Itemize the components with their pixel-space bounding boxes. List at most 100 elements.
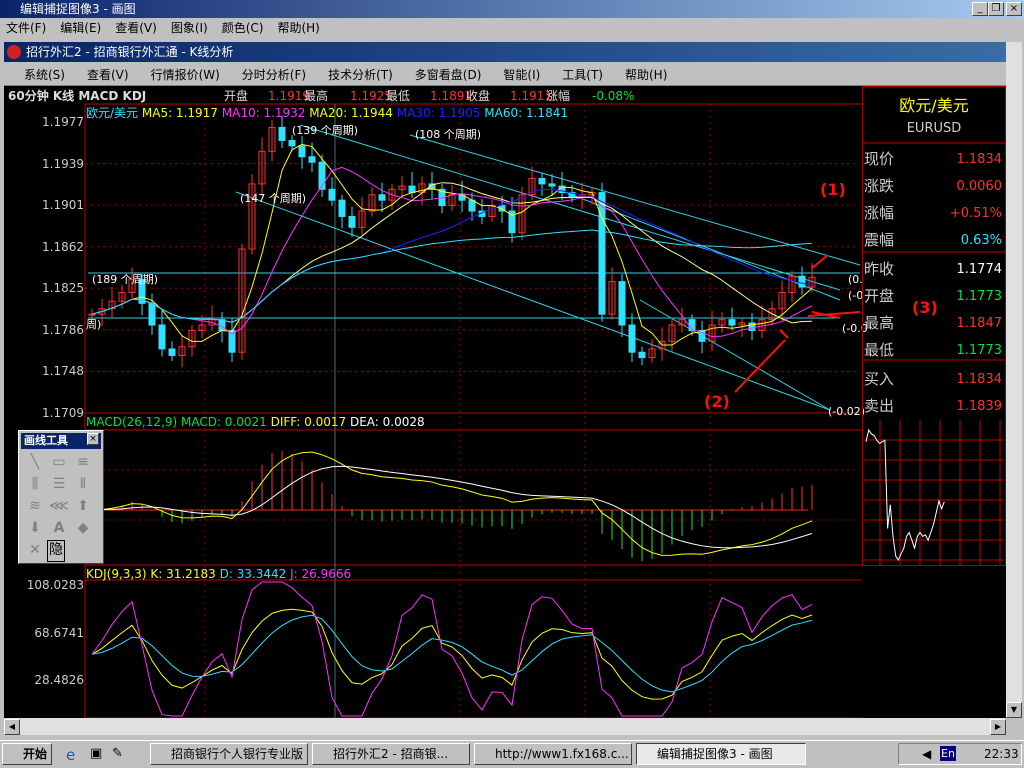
- quote-label: 最高: [864, 314, 895, 332]
- quote-label: 现价: [864, 150, 895, 168]
- fan-tool-icon[interactable]: ⋘: [47, 495, 71, 517]
- price-tick: 1.1786: [42, 322, 84, 337]
- macd-name: MACD(26,12,9): [86, 415, 178, 429]
- candle: [728, 319, 736, 326]
- volume-icon[interactable]: ◀: [922, 747, 931, 761]
- ime-indicator[interactable]: En: [940, 746, 956, 761]
- candle: [288, 139, 296, 147]
- candle: [218, 319, 226, 331]
- delete-icon[interactable]: ✕: [23, 539, 47, 561]
- candle: [638, 351, 646, 359]
- price-tick: 1.1901: [42, 198, 84, 213]
- task-paint[interactable]: 编辑捕捉图像3 - 画图: [636, 743, 806, 765]
- vertical-scrollbar[interactable]: [1006, 42, 1022, 718]
- ma10-label: MA10: 1.1932: [221, 106, 306, 120]
- candle: [628, 324, 636, 353]
- k-value: K: 31.2183: [150, 567, 216, 581]
- start-button[interactable]: 开始: [2, 743, 52, 765]
- quote-row: 涨幅 +0.51%: [864, 200, 1004, 227]
- kdj-legend: KDJ(9,3,3) K: 31.2183 D: 33.3442 J: 26.9…: [86, 567, 351, 581]
- quote-label: 开盘: [864, 287, 895, 305]
- drawing-tools-palette[interactable]: 画线工具 × ╲ ▭ ≡ ⫼ ☰ ⫴ ≋ ⋘ ⬆ ⬇ A ◆ ✕ 隐: [18, 430, 104, 564]
- quote-label: 涨跌: [864, 177, 895, 195]
- channel-value: (-0: [848, 289, 864, 302]
- task-cmb-personal[interactable]: 招商银行个人银行专业版: [150, 743, 308, 765]
- fibonacci-tool-icon[interactable]: ⫼: [23, 473, 47, 495]
- period-annotation: (108 个周期): [415, 128, 482, 141]
- clock: 22:33: [984, 747, 1019, 761]
- quote-label: 卖出: [864, 397, 895, 415]
- quote-label: 买入: [864, 370, 895, 388]
- quote-value: 1.1834: [956, 152, 1003, 167]
- rectangle-tool-icon[interactable]: ▭: [47, 451, 71, 473]
- diff-value: DIFF: 0.0017: [270, 415, 347, 429]
- line-tool-icon[interactable]: ╲: [23, 451, 47, 473]
- ie-icon[interactable]: e: [66, 746, 75, 764]
- ma20-label: MA20: 1.1944: [309, 106, 393, 120]
- diff-line: [91, 451, 813, 556]
- candle: [148, 302, 156, 326]
- parallel-lines-tool-icon[interactable]: ≡: [71, 451, 95, 473]
- kdj-tick: 108.0283: [26, 578, 84, 592]
- palette-close-button[interactable]: ×: [87, 433, 99, 445]
- macd-value: MACD: 0.0021: [180, 415, 267, 429]
- hide-button[interactable]: 隐: [47, 540, 65, 562]
- horizontal-tool-icon[interactable]: ☰: [47, 473, 71, 495]
- text-tool-icon[interactable]: A: [47, 517, 71, 539]
- gann-tool-icon[interactable]: ≋: [23, 495, 47, 517]
- price-tick: 1.1862: [42, 239, 84, 254]
- horizontal-scrollbar[interactable]: [4, 718, 1006, 735]
- candle: [348, 215, 356, 228]
- quote-value: 1.1839: [956, 399, 1003, 414]
- notepad-icon[interactable]: ✎: [112, 746, 123, 761]
- ma-legend: 欧元/美元 MA5: 1.1917 MA10: 1.1932 MA20: 1.1…: [86, 104, 568, 121]
- ma5-label: MA5: 1.1917: [141, 106, 218, 120]
- candle: [618, 281, 626, 326]
- quote-value: 1.1774: [956, 262, 1003, 277]
- quote-value: 0.63%: [960, 233, 1002, 248]
- task-browser[interactable]: http://www1.fx168.c...: [474, 743, 632, 765]
- quote-row: 涨跌 0.0060: [864, 173, 1004, 200]
- quote-code: EURUSD: [906, 121, 962, 136]
- scroll-down-button[interactable]: ▼: [1006, 702, 1022, 718]
- trend-channel-line: [409, 134, 861, 266]
- trend-channel-line: [299, 124, 841, 291]
- symbol-label: 欧元/美元: [86, 106, 139, 120]
- arrow-up-icon[interactable]: ⬆: [71, 495, 95, 517]
- eraser-icon[interactable]: ◆: [71, 517, 95, 539]
- dea-line: [91, 465, 813, 549]
- kdj-name: KDJ(9,3,3): [86, 567, 147, 581]
- scroll-left-button[interactable]: ◀: [4, 719, 20, 735]
- desktop-icon[interactable]: ▣: [90, 746, 102, 761]
- candle: [328, 188, 336, 201]
- period-tool-icon[interactable]: ⫴: [71, 473, 95, 495]
- price-tick: 1.1748: [42, 364, 84, 379]
- dea-value: DEA: 0.0028: [349, 415, 425, 429]
- handwritten-mark: (1): [820, 180, 846, 199]
- kdj-tick: 68.6741: [34, 626, 84, 640]
- quote-row: 买入 1.1834: [864, 366, 1004, 393]
- quote-value: 0.0060: [956, 179, 1003, 194]
- trend-channel-line: [235, 191, 831, 411]
- quote-row: 卖出 1.1839: [864, 393, 1004, 420]
- quote-label: 昨收: [864, 260, 895, 278]
- ma5-line: [91, 143, 813, 346]
- quote-value: 1.1834: [956, 372, 1003, 387]
- task-cmb-fx[interactable]: 招行外汇2 - 招商银...: [312, 743, 470, 765]
- quote-value: 1.1773: [956, 289, 1003, 304]
- ma60-label: MA60: 1.1841: [484, 106, 568, 120]
- period-annotation: (189 个周期): [92, 273, 159, 286]
- quote-label: 最低: [864, 341, 895, 359]
- candle: [408, 185, 416, 194]
- scroll-right-button[interactable]: ▶: [990, 719, 1006, 735]
- quote-value: +0.51%: [949, 206, 1002, 221]
- candle: [548, 183, 556, 187]
- quote-label: 震幅: [864, 231, 895, 249]
- handwritten-mark: (2): [704, 392, 730, 411]
- price-tick: 1.1709: [42, 406, 84, 420]
- candle: [278, 126, 286, 141]
- d-value: D: 33.3442: [219, 567, 287, 581]
- candle: [378, 194, 386, 201]
- arrow-down-icon[interactable]: ⬇: [23, 517, 47, 539]
- quote-label: 涨幅: [864, 204, 895, 222]
